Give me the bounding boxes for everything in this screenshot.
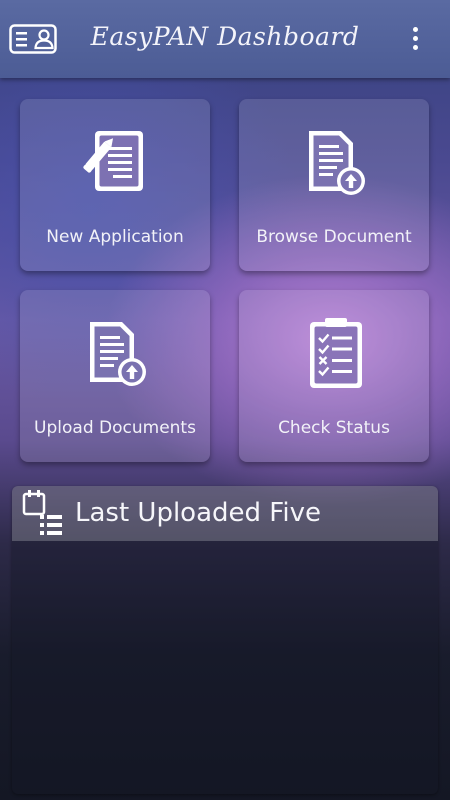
- new-application-tile[interactable]: New Application: [20, 99, 210, 271]
- page-title: EasyPAN Dashboard: [90, 22, 360, 51]
- tile-label: Upload Documents: [34, 418, 196, 438]
- panel-header: Last Uploaded Five: [12, 486, 438, 541]
- new-document-pencil-icon: [83, 131, 143, 191]
- check-status-tile[interactable]: Check Status: [239, 290, 429, 462]
- panel-title: Last Uploaded Five: [75, 498, 321, 528]
- document-upload-icon: [309, 131, 365, 195]
- calendar-list-icon: [22, 490, 62, 535]
- more-vertical-icon[interactable]: [400, 22, 432, 56]
- tile-label: Check Status: [278, 418, 390, 438]
- upload-documents-tile[interactable]: Upload Documents: [20, 290, 210, 462]
- app-bar: EasyPAN Dashboard: [0, 0, 450, 78]
- tile-label: Browse Document: [256, 227, 412, 247]
- document-upload-icon: [90, 322, 146, 386]
- browse-document-tile[interactable]: Browse Document: [239, 99, 429, 271]
- clipboard-checklist-icon: [310, 318, 362, 388]
- tile-label: New Application: [46, 227, 184, 247]
- last-uploaded-panel: Last Uploaded Five: [12, 486, 438, 794]
